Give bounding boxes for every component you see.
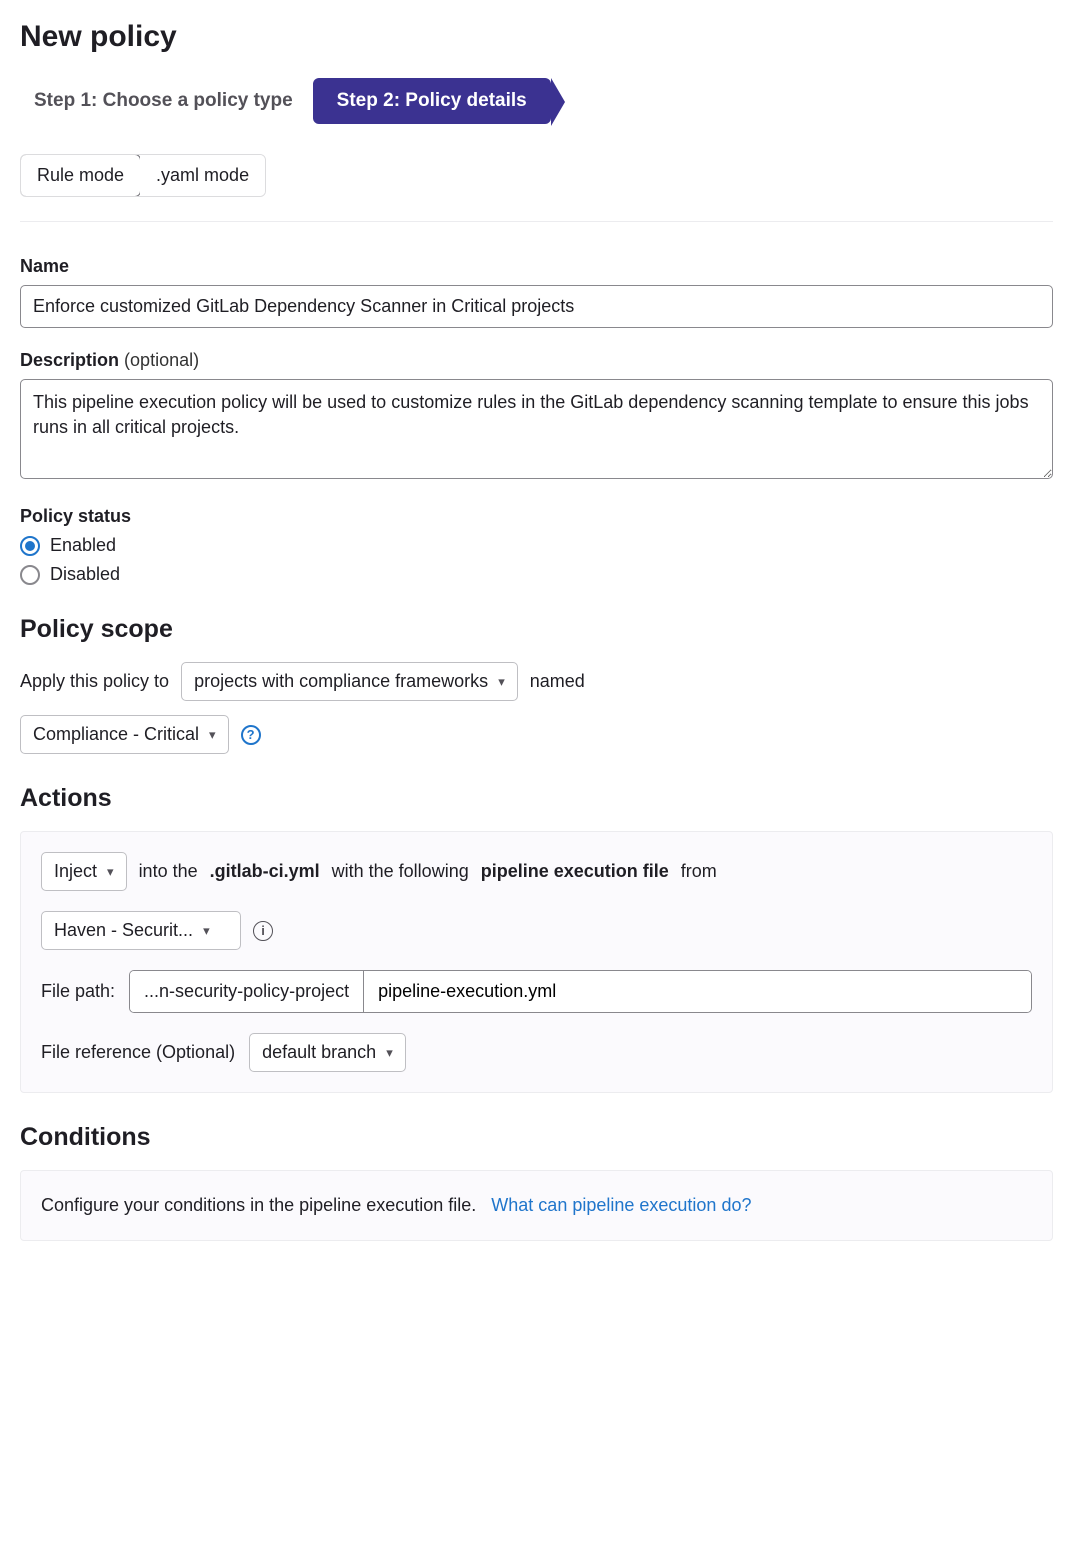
project-select[interactable]: Haven - Securit... ▾	[41, 911, 241, 950]
help-icon[interactable]: ?	[241, 725, 261, 745]
radio-enabled-icon[interactable]	[20, 536, 40, 556]
into-the-text: into the	[139, 861, 198, 882]
file-path-input[interactable]	[364, 971, 1031, 1012]
divider	[20, 221, 1053, 222]
page-title: New policy	[20, 20, 1053, 54]
chevron-down-icon: ▾	[498, 674, 505, 690]
yaml-mode-tab[interactable]: .yaml mode	[140, 155, 265, 196]
named-text: named	[530, 671, 585, 692]
description-label: Description (optional)	[20, 350, 1053, 371]
description-label-text: Description	[20, 350, 119, 370]
chevron-down-icon: ▾	[107, 864, 114, 880]
project-select-value: Haven - Securit...	[54, 920, 193, 941]
action-mode-value: Inject	[54, 861, 97, 882]
chevron-down-icon: ▾	[203, 923, 210, 939]
status-disabled-row[interactable]: Disabled	[20, 564, 1053, 585]
conditions-panel: Configure your conditions in the pipelin…	[20, 1170, 1053, 1241]
radio-disabled-icon[interactable]	[20, 565, 40, 585]
name-input[interactable]	[20, 285, 1053, 328]
file-path-prefix: ...n-security-policy-project	[130, 971, 364, 1012]
description-optional-text: (optional)	[124, 350, 199, 370]
pipeline-exec-help-link[interactable]: What can pipeline execution do?	[491, 1195, 751, 1215]
status-disabled-label: Disabled	[50, 564, 120, 585]
file-path-group: ...n-security-policy-project	[129, 970, 1032, 1013]
status-enabled-row[interactable]: Enabled	[20, 535, 1053, 556]
description-input[interactable]: This pipeline execution policy will be u…	[20, 379, 1053, 479]
chevron-down-icon: ▾	[386, 1045, 393, 1061]
apply-policy-text: Apply this policy to	[20, 671, 169, 692]
actions-heading: Actions	[20, 784, 1053, 813]
conditions-text: Configure your conditions in the pipelin…	[41, 1195, 476, 1215]
chevron-down-icon: ▾	[209, 727, 216, 743]
step-1[interactable]: Step 1: Choose a policy type	[34, 90, 293, 112]
actions-panel: Inject ▾ into the .gitlab-ci.yml with th…	[20, 831, 1053, 1093]
file-ref-value: default branch	[262, 1042, 376, 1063]
with-following-text: with the following	[332, 861, 469, 882]
info-icon[interactable]: i	[253, 921, 273, 941]
ci-file-text: .gitlab-ci.yml	[210, 861, 320, 882]
scope-type-select[interactable]: projects with compliance frameworks ▾	[181, 662, 518, 701]
framework-select[interactable]: Compliance - Critical ▾	[20, 715, 229, 754]
framework-value: Compliance - Critical	[33, 724, 199, 745]
file-ref-select[interactable]: default branch ▾	[249, 1033, 406, 1072]
action-mode-select[interactable]: Inject ▾	[41, 852, 127, 891]
step-indicator: Step 1: Choose a policy type Step 2: Pol…	[34, 78, 1053, 124]
policy-status-label: Policy status	[20, 506, 1053, 527]
rule-mode-tab[interactable]: Rule mode	[20, 154, 141, 197]
scope-type-value: projects with compliance frameworks	[194, 671, 488, 692]
policy-scope-heading: Policy scope	[20, 615, 1053, 644]
step-2-active[interactable]: Step 2: Policy details	[313, 78, 551, 124]
pipeline-exec-text: pipeline execution file	[481, 861, 669, 882]
file-path-label: File path:	[41, 981, 115, 1002]
conditions-heading: Conditions	[20, 1123, 1053, 1152]
from-text: from	[681, 861, 717, 882]
mode-tabs: Rule mode .yaml mode	[20, 154, 266, 197]
status-enabled-label: Enabled	[50, 535, 116, 556]
name-label: Name	[20, 256, 1053, 277]
file-ref-label: File reference (Optional)	[41, 1042, 235, 1063]
